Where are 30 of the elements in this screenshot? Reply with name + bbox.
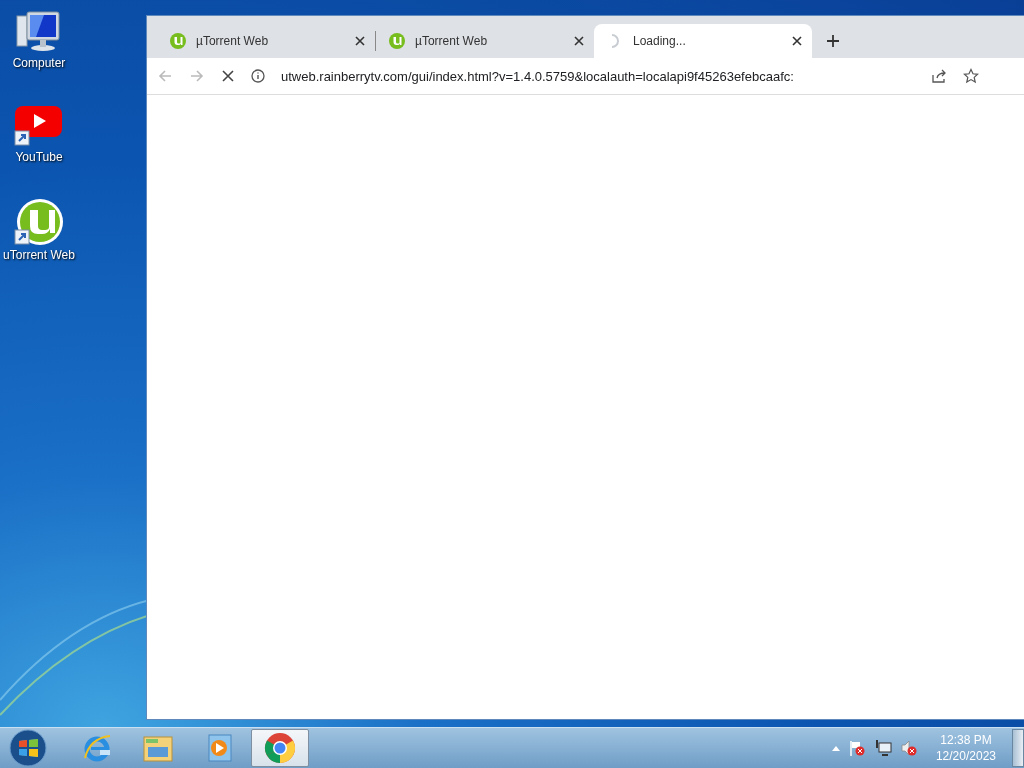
computer-icon	[15, 10, 63, 54]
utorrent-icon	[170, 33, 186, 49]
speaker-muted-icon[interactable]	[899, 739, 918, 757]
utorrent-shortcut-icon	[14, 198, 64, 246]
media-player-icon	[205, 733, 233, 763]
youtube-shortcut-icon	[14, 104, 64, 148]
browser-tab[interactable]: Loading...	[594, 24, 812, 58]
info-icon[interactable]	[251, 69, 265, 83]
new-tab-icon[interactable]	[826, 34, 840, 48]
desktop-icon-label[interactable]: uTorrent Web	[3, 248, 75, 262]
close-tab-icon[interactable]	[574, 36, 584, 46]
folder-icon	[142, 733, 174, 763]
desktop-icon-label[interactable]: YouTube	[15, 150, 63, 164]
internet-explorer-icon	[82, 733, 112, 763]
utorrent-icon	[389, 33, 405, 49]
share-icon[interactable]	[931, 68, 947, 84]
browser-tab[interactable]: µTorrent Web	[376, 24, 594, 58]
browser-tab[interactable]: µTorrent Web	[157, 24, 375, 58]
stop-loading-icon[interactable]	[221, 69, 235, 83]
action-center-flag-icon[interactable]	[847, 739, 866, 757]
desktop-icon-label[interactable]: Computer	[12, 56, 66, 70]
network-icon[interactable]	[873, 739, 892, 757]
start-button[interactable]	[8, 729, 48, 767]
close-tab-icon[interactable]	[792, 36, 802, 46]
show-desktop-button[interactable]	[1012, 729, 1024, 767]
close-tab-icon[interactable]	[355, 36, 365, 46]
loading-spinner-icon	[611, 34, 619, 48]
chrome-icon	[264, 732, 296, 764]
taskbar-app-button[interactable]	[251, 729, 309, 767]
bookmark-star-icon[interactable]	[963, 68, 979, 84]
